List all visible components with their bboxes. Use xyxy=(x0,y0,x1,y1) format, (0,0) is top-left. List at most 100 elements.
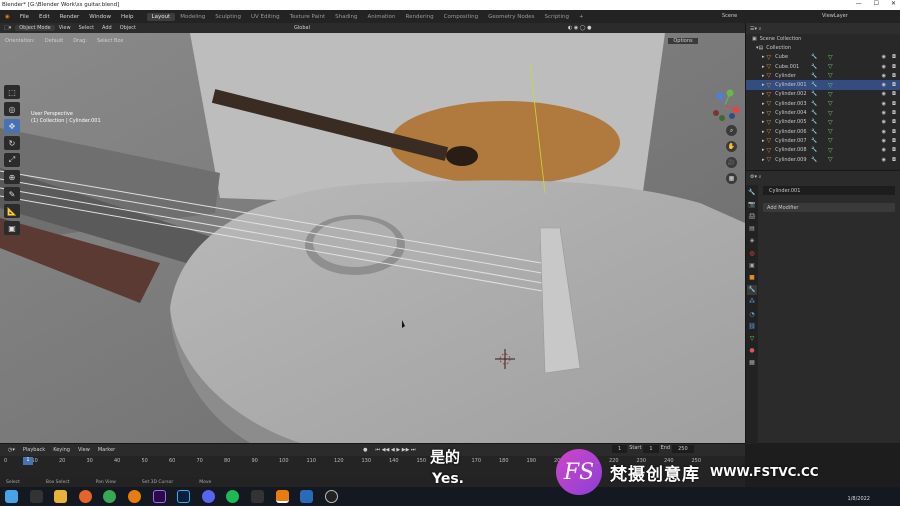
outliner-item[interactable]: ▸ ▽ Cylinder.007 🔧 ▽ ◉ ◘ xyxy=(746,136,900,145)
blender-logo-icon[interactable]: ◉ xyxy=(0,14,15,20)
render-camera-icon[interactable]: ◘ xyxy=(892,54,896,60)
close-button[interactable]: ✕ xyxy=(891,0,896,7)
tab-layout[interactable]: Layout xyxy=(146,12,176,21)
menu-edit[interactable]: Edit xyxy=(34,14,55,20)
output-tab-icon[interactable]: 🖨 xyxy=(747,212,757,222)
collection-row[interactable]: ▾▤ Collection xyxy=(746,43,900,52)
outliner-item[interactable]: ▸ ▽ Cylinder.008 🔧 ▽ ◉ ◘ xyxy=(746,146,900,155)
scale-tool-icon[interactable]: ⤢ xyxy=(4,153,20,167)
outliner-item[interactable]: ▸ ▽ Cylinder.002 🔧 ▽ ◉ ◘ xyxy=(746,90,900,99)
modifier-icon[interactable]: 🔧 xyxy=(811,91,817,97)
constraints-tab-icon[interactable]: ⛓ xyxy=(747,321,757,331)
windows-start-icon[interactable] xyxy=(5,490,18,503)
visibility-eye-icon[interactable]: ◉ xyxy=(882,129,886,135)
tab-rendering[interactable]: Rendering xyxy=(401,13,439,21)
file-explorer-icon[interactable] xyxy=(54,490,68,503)
menu-object[interactable]: Object xyxy=(116,25,140,31)
annotate-tool-icon[interactable]: ✎ xyxy=(4,187,20,201)
tool-tab-icon[interactable]: 🔧 xyxy=(747,187,757,197)
outliner-item[interactable]: ▸ ▽ Cube.001 🔧 ▽ ◉ ◘ xyxy=(746,62,900,71)
blender-running-icon[interactable] xyxy=(275,490,289,503)
menu-help[interactable]: Help xyxy=(116,14,139,20)
menu-playback[interactable]: Playback xyxy=(19,447,49,453)
record-button[interactable]: ● xyxy=(359,447,371,453)
orientation-dropdown[interactable]: Default xyxy=(40,38,68,44)
visibility-eye-icon[interactable]: ◉ xyxy=(882,110,886,116)
visibility-eye-icon[interactable]: ◉ xyxy=(882,73,886,79)
add-workspace-button[interactable]: + xyxy=(574,13,589,21)
particles-tab-icon[interactable]: ⁂ xyxy=(747,297,757,307)
outliner-item[interactable]: ▸ ▽ Cylinder.005 🔧 ▽ ◉ ◘ xyxy=(746,118,900,127)
menu-file[interactable]: File xyxy=(15,14,34,20)
zoom-icon[interactable]: ⌕ xyxy=(726,125,737,136)
render-camera-icon[interactable]: ◘ xyxy=(892,129,896,135)
render-camera-icon[interactable]: ◘ xyxy=(892,91,896,97)
outliner-item[interactable]: ▸ ▽ Cylinder.001 🔧 ▽ ◉ ◘ xyxy=(746,80,900,90)
world-tab-icon[interactable]: ◍ xyxy=(747,248,757,258)
menu-timeline-view[interactable]: View xyxy=(74,447,94,453)
render-camera-icon[interactable]: ◘ xyxy=(892,138,896,144)
menu-marker[interactable]: Marker xyxy=(94,447,119,453)
modifier-icon[interactable]: 🔧 xyxy=(811,110,817,116)
data-tab-icon[interactable]: ▽ xyxy=(747,333,757,343)
maximize-button[interactable]: ☐ xyxy=(874,0,879,7)
3d-viewport[interactable]: ⬚ ◎ ✥ ↻ ⤢ ⊕ ✎ 📐 ▣ User Perspective (1) C… xyxy=(0,33,745,443)
visibility-eye-icon[interactable]: ◉ xyxy=(882,91,886,97)
view-layer-selector[interactable]: ViewLayer xyxy=(822,13,848,19)
add-cube-tool-icon[interactable]: ▣ xyxy=(4,221,20,235)
texture-tab-icon[interactable]: ▦ xyxy=(747,358,757,368)
visibility-eye-icon[interactable]: ◉ xyxy=(882,147,886,153)
render-camera-icon[interactable]: ◘ xyxy=(892,157,896,163)
spotify-icon[interactable] xyxy=(226,490,240,503)
tab-geometry-nodes[interactable]: Geometry Nodes xyxy=(483,13,539,21)
render-camera-icon[interactable]: ◘ xyxy=(892,119,896,125)
move-tool-icon[interactable]: ✥ xyxy=(4,119,20,133)
search-icon[interactable] xyxy=(29,490,43,503)
render-camera-icon[interactable]: ◘ xyxy=(892,82,896,88)
options-dropdown[interactable]: Options xyxy=(668,38,698,44)
collection-tab-icon[interactable]: ▣ xyxy=(747,260,757,270)
modifier-icon[interactable]: 🔧 xyxy=(811,73,817,79)
object-name-field[interactable]: Cylinder.001 xyxy=(763,186,895,195)
cursor-tool-icon[interactable]: ◎ xyxy=(4,102,20,116)
grid-toggle-icon[interactable]: ▦ xyxy=(726,173,737,184)
outliner-item[interactable]: ▸ ▽ Cube 🔧 ▽ ◉ ◘ xyxy=(746,53,900,62)
physics-tab-icon[interactable]: ◔ xyxy=(747,309,757,319)
render-camera-icon[interactable]: ◘ xyxy=(892,73,896,79)
menu-add[interactable]: Add xyxy=(98,25,116,31)
premiere-icon[interactable] xyxy=(152,490,166,503)
rotate-tool-icon[interactable]: ↻ xyxy=(4,136,20,150)
drag-dropdown[interactable]: Select Box xyxy=(92,38,128,44)
visibility-eye-icon[interactable]: ◉ xyxy=(882,54,886,60)
menu-window[interactable]: Window xyxy=(84,14,116,20)
tab-scripting[interactable]: Scripting xyxy=(540,13,574,21)
pan-hand-icon[interactable]: ✋ xyxy=(726,141,737,152)
render-camera-icon[interactable]: ◘ xyxy=(892,64,896,70)
shading-buttons[interactable]: ◐ ◉ ◯ ● xyxy=(564,25,595,31)
mode-selector[interactable]: Object Mode xyxy=(15,25,55,31)
playhead[interactable]: 1 xyxy=(23,457,33,465)
modifier-icon[interactable]: 🔧 xyxy=(811,64,817,70)
blender-app-icon[interactable] xyxy=(127,490,141,503)
tab-modeling[interactable]: Modeling xyxy=(175,13,210,21)
outliner-item[interactable]: ▸ ▽ Cylinder 🔧 ▽ ◉ ◘ xyxy=(746,71,900,80)
outliner-item[interactable]: ▸ ▽ Cylinder.003 🔧 ▽ ◉ ◘ xyxy=(746,99,900,108)
tab-compositing[interactable]: Compositing xyxy=(439,13,483,21)
photos-icon[interactable] xyxy=(300,490,314,503)
menu-render[interactable]: Render xyxy=(55,14,85,20)
render-camera-icon[interactable]: ◘ xyxy=(892,101,896,107)
modifier-icon[interactable]: 🔧 xyxy=(811,157,817,163)
visibility-eye-icon[interactable]: ◉ xyxy=(882,138,886,144)
menu-view[interactable]: View xyxy=(55,25,75,31)
navigation-gizmo[interactable] xyxy=(708,88,742,122)
transform-orientation[interactable]: Global xyxy=(290,25,314,31)
timeline-editor-icon[interactable]: ◷▾ xyxy=(4,447,19,453)
visibility-eye-icon[interactable]: ◉ xyxy=(882,101,886,107)
tab-uv-editing[interactable]: UV Editing xyxy=(246,13,285,21)
tab-shading[interactable]: Shading xyxy=(330,13,362,21)
firefox-icon[interactable] xyxy=(78,490,92,503)
menu-select[interactable]: Select xyxy=(75,25,98,31)
camera-view-icon[interactable]: 🎥 xyxy=(726,157,737,168)
modifier-icon[interactable]: 🔧 xyxy=(811,147,817,153)
tab-sculpting[interactable]: Sculpting xyxy=(210,13,246,21)
